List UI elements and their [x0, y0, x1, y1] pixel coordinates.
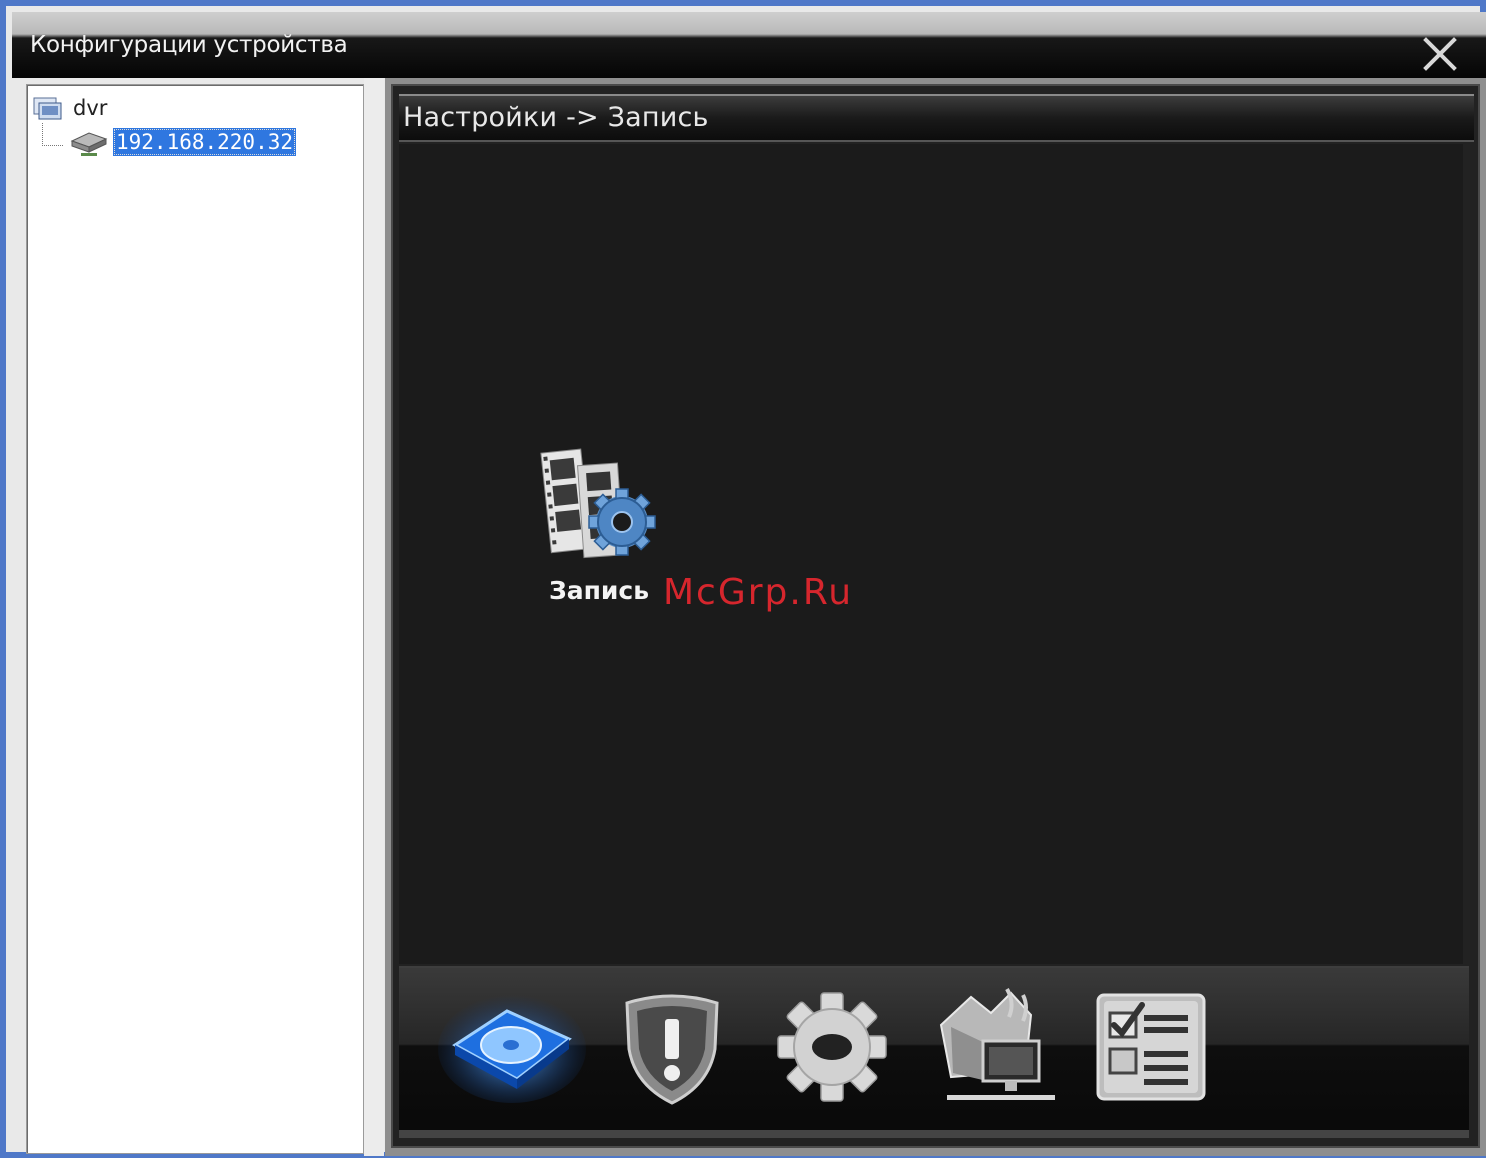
record-settings-tile[interactable]: Запись	[529, 440, 669, 605]
bottom-dock	[399, 966, 1469, 1138]
record-tile-label: Запись	[548, 576, 650, 605]
app-window-frame: Конфигурации устройства dvr 192.168.220.…	[0, 0, 1486, 1158]
dock-button-storage[interactable]	[437, 982, 587, 1112]
dock-button-system[interactable]	[757, 982, 907, 1112]
device-tree-panel: dvr 192.168.220.32	[26, 84, 364, 1154]
panel-splitter[interactable]	[364, 78, 384, 1156]
record-film-gear-icon	[540, 448, 656, 559]
dock-border	[399, 1130, 1469, 1138]
tree-node-dvr-label: dvr	[73, 96, 108, 120]
dock-button-info[interactable]	[1077, 982, 1227, 1112]
tree-node-device-ip-label: 192.168.220.32	[113, 128, 297, 156]
dock-button-alarm[interactable]	[597, 982, 747, 1112]
breadcrumb-text: Настройки -> Запись	[403, 102, 709, 133]
tree-connector	[42, 123, 63, 146]
close-button[interactable]	[1420, 34, 1460, 74]
alarm-shield-icon	[625, 994, 719, 1105]
watermark: McGrp.Ru	[663, 572, 854, 613]
dvr-device-icon	[70, 132, 108, 156]
tree-node-dvr[interactable]: dvr	[33, 93, 107, 123]
network-tools-icon	[939, 988, 1055, 1100]
title-bar: Конфигурации устройства	[12, 12, 1486, 78]
tree-node-device-ip[interactable]: 192.168.220.32	[69, 125, 297, 159]
settings-content-area: Запись McGrp.Ru	[399, 144, 1463, 964]
checklist-icon	[1096, 993, 1206, 1101]
window-title: Конфигурации устройства	[30, 32, 348, 58]
settings-panel-inner: Настройки -> Запись Запись McGrp.Ru	[391, 84, 1480, 1148]
breadcrumb: Настройки -> Запись	[399, 94, 1474, 142]
device-group-icon	[33, 97, 62, 120]
settings-panel: Настройки -> Запись Запись McGrp.Ru	[385, 78, 1486, 1156]
storage-disk-icon	[438, 995, 586, 1103]
dock-button-tools[interactable]	[917, 982, 1067, 1112]
system-gear-icon	[777, 992, 887, 1102]
close-icon	[1423, 37, 1457, 71]
